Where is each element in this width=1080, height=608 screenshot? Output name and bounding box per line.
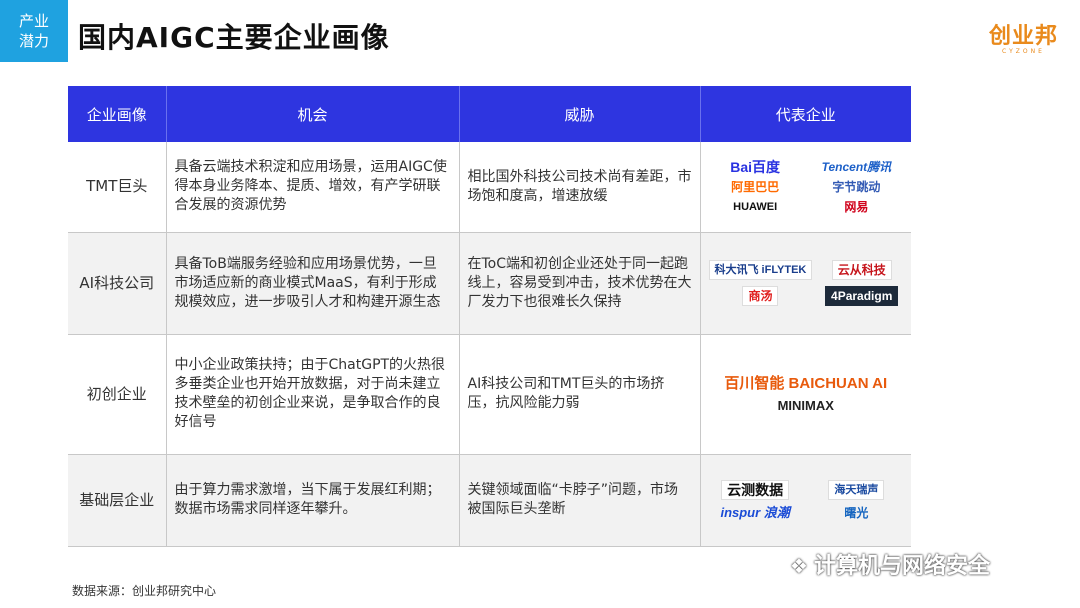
- row-opportunity: 具备云端技术积淀和应用场景，运用AIGC使得本身业务降本、提质、增效，有产学研联…: [166, 142, 460, 233]
- section-tag: 产业 潜力: [0, 0, 68, 62]
- page-title: 国内AIGC主要企业画像: [78, 21, 390, 54]
- row-opportunity: 具备ToB端服务经验和应用场景优势，一旦市场适应新的商业模式MaaS，有利于形成…: [166, 232, 460, 335]
- col-header-profile: 企业画像: [68, 86, 167, 142]
- alibaba-logo: 阿里巴巴: [731, 179, 780, 194]
- row-threat: 关键领域面临“卡脖子”问题，市场被国际巨头垄断: [459, 454, 701, 547]
- section-tag-line1: 产业: [18, 12, 49, 30]
- table-row: AI科技公司 具备ToB端服务经验和应用场景优势，一旦市场适应新的商业模式Maa…: [68, 232, 911, 335]
- brand-logo: 创业邦 CYZONE: [989, 18, 1058, 55]
- data-source: 数据来源：创业邦研究中心: [72, 584, 217, 598]
- table-row: TMT巨头 具备云端技术积淀和应用场景，运用AIGC使得本身业务降本、提质、增效…: [68, 142, 911, 233]
- bytedance-logo: 字节跳动: [832, 179, 881, 194]
- row-logos: 云测数据 海天瑞声 inspur 浪潮 曙光: [700, 454, 911, 547]
- cloudwalk-logo: 云从科技: [831, 260, 892, 280]
- sensetime-logo: 商汤: [742, 286, 779, 306]
- testin-logo: 云测数据: [721, 480, 790, 500]
- row-category: 基础层企业: [68, 454, 167, 547]
- table-header-row: 企业画像 机会 威胁 代表企业: [68, 86, 911, 142]
- huawei-logo: HUAWEI: [733, 200, 778, 213]
- sugon-logo: 曙光: [844, 506, 869, 520]
- watermark: ❖ 计算机与网络安全: [790, 548, 990, 580]
- speechocean-logo: 海天瑞声: [828, 480, 885, 500]
- row-opportunity: 由于算力需求激增，当下属于发展红利期；数据市场需求同样逐年攀升。: [166, 454, 460, 547]
- watermark-text: 计算机与网络安全: [813, 554, 990, 579]
- wechat-icon: ❖: [790, 554, 808, 578]
- row-category: 初创企业: [68, 334, 167, 455]
- minimax-logo: MINIMAX: [777, 398, 834, 413]
- brand-name: 创业邦: [988, 24, 1058, 49]
- row-logos: 百川智能 BAICHUAN AI MINIMAX: [700, 334, 911, 455]
- baichuan-logo: 百川智能 BAICHUAN AI: [724, 375, 888, 392]
- netease-logo: 网易: [844, 199, 869, 214]
- col-header-companies: 代表企业: [700, 86, 911, 142]
- row-logos: 科大讯飞 iFLYTEK 云从科技 商汤 4Paradigm: [700, 232, 911, 335]
- enterprise-table: 企业画像 机会 威胁 代表企业 TMT巨头 具备云端技术积淀和应用场景，运用AI…: [68, 86, 911, 547]
- row-opportunity: 中小企业政策扶持；由于ChatGPT的火热很多垂类企业也开始开放数据，对于尚未建…: [166, 334, 460, 455]
- baidu-logo: Bai百度: [730, 158, 781, 175]
- row-category: AI科技公司: [68, 232, 167, 335]
- 4paradigm-logo: 4Paradigm: [825, 286, 899, 306]
- table-row: 基础层企业 由于算力需求激增，当下属于发展红利期；数据市场需求同样逐年攀升。 关…: [68, 454, 911, 547]
- row-logos: Bai百度 Tencent腾讯 阿里巴巴 字节跳动 HUAWEI 网易: [700, 142, 911, 233]
- row-threat: 在ToC端和初创企业还处于同一起跑线上，容易受到冲击，技术优势在大厂发力下也很难…: [459, 232, 701, 335]
- section-tag-line2: 潜力: [18, 32, 49, 50]
- inspur-logo: inspur 浪潮: [720, 505, 790, 520]
- row-category: TMT巨头: [68, 142, 167, 233]
- iflytek-logo: 科大讯飞 iFLYTEK: [708, 260, 813, 280]
- table-row: 初创企业 中小企业政策扶持；由于ChatGPT的火热很多垂类企业也开始开放数据，…: [68, 334, 911, 455]
- col-header-threat: 威胁: [459, 86, 701, 142]
- row-threat: 相比国外科技公司技术尚有差距，市场饱和度高，增速放缓: [459, 142, 701, 233]
- row-threat: AI科技公司和TMT巨头的市场挤压，抗风险能力弱: [459, 334, 701, 455]
- tencent-logo: Tencent腾讯: [821, 159, 892, 174]
- col-header-opportunity: 机会: [166, 86, 460, 142]
